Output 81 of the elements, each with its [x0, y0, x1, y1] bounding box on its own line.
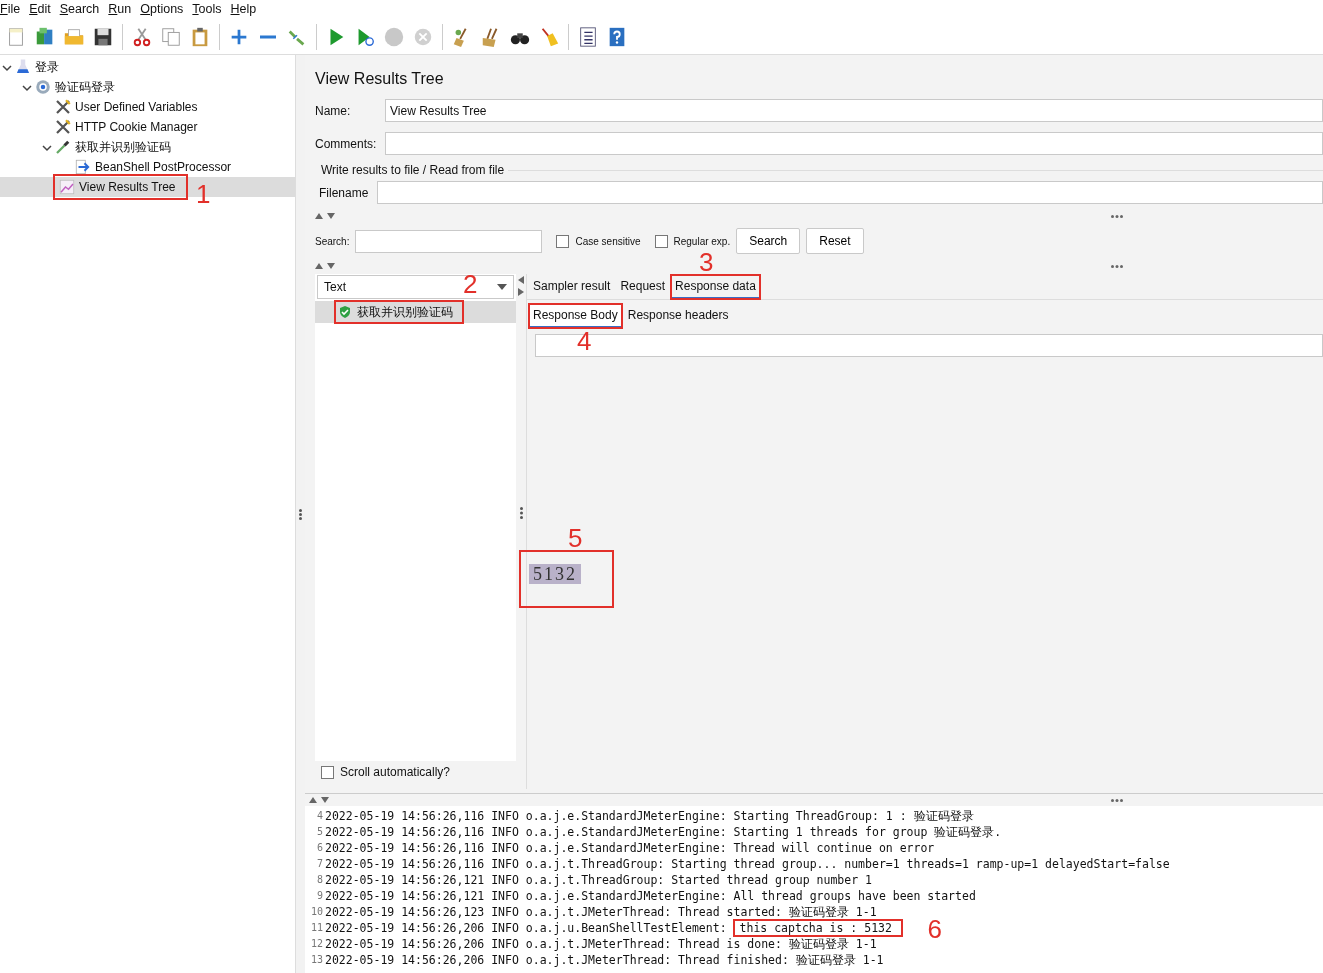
text-field[interactable]	[535, 334, 1323, 357]
text-field[interactable]: View Results Tree	[385, 99, 1323, 122]
collapse-arrows-icon[interactable]	[309, 797, 329, 803]
stop-icon	[383, 25, 405, 48]
field-label: Comments:	[315, 135, 377, 153]
line-number: 12	[309, 937, 324, 951]
checkbox-label: Case sensitive	[575, 234, 641, 249]
captcha-image: 5132	[529, 564, 581, 584]
line-number: 9	[315, 889, 324, 903]
tab[interactable]: Request	[616, 275, 670, 299]
search-button[interactable]: Search	[736, 228, 801, 254]
checkbox[interactable]	[654, 234, 668, 248]
line-number: 11	[309, 921, 324, 935]
checkbox[interactable]	[321, 765, 334, 779]
field-label: Filename	[319, 184, 369, 202]
tree-item[interactable]: 登录	[32, 58, 62, 76]
caret-icon	[497, 284, 507, 290]
annotation-number: 5	[568, 525, 583, 551]
tab[interactable]: Sampler result	[529, 275, 615, 299]
menu-item[interactable]: Run	[108, 0, 132, 19]
splitter-handle[interactable]	[299, 508, 302, 520]
search-label: Search:	[315, 234, 350, 249]
annotation-number: 1	[196, 181, 211, 207]
line-number: 4	[315, 809, 324, 823]
line-number: 8	[315, 873, 324, 887]
chart-icon	[58, 178, 76, 196]
checkbox-label: Scroll automatically?	[340, 764, 451, 781]
tree-item[interactable]: User Defined Variables	[72, 98, 201, 116]
panel-title: View Results Tree	[315, 69, 445, 89]
tree-item[interactable]: 获取并识别验证码	[72, 138, 174, 156]
copy-icon	[160, 25, 182, 48]
tree-item[interactable]: BeanShell PostProcessor	[92, 158, 235, 176]
log-line: 2022-05-19 14:56:26,206 INFO o.a.j.u.BeanShellTestElement:	[325, 920, 727, 936]
log-line: 2022-05-19 14:56:26,121 INFO o.a.j.t.ThreadGroup: Started thread group number 1	[325, 872, 872, 888]
line-number: 6	[315, 841, 324, 855]
annotation-number: 4	[577, 328, 592, 354]
log-line: 2022-05-19 14:56:26,116 INFO o.a.j.e.StandardJMeterEngine: Thread will continue on error	[325, 840, 935, 856]
group-title: Write results to file / Read from file	[320, 162, 505, 179]
menu-item[interactable]: Options	[140, 0, 184, 19]
splitter-handle[interactable]	[1111, 214, 1123, 218]
checkbox-label: Regular exp.	[673, 234, 731, 249]
line-number: 7	[315, 857, 324, 871]
menu-item[interactable]: Help	[230, 0, 257, 19]
line-number: 5	[315, 825, 324, 839]
text-field[interactable]	[377, 181, 1323, 204]
log-line: 2022-05-19 14:56:26,123 INFO o.a.j.t.JMeterThread: Thread started: 验证码登录 1-1	[325, 904, 877, 920]
wrench-icon	[54, 118, 72, 136]
tab[interactable]: Response headers	[623, 304, 733, 328]
text-field[interactable]	[385, 132, 1323, 155]
search-field[interactable]	[355, 229, 543, 253]
splitter-handle[interactable]	[1111, 264, 1123, 268]
menu-item[interactable]: Tools	[192, 0, 222, 19]
pipette-icon	[54, 138, 72, 156]
menu-item[interactable]: File	[0, 0, 21, 19]
collapse-arrows-icon[interactable]	[315, 213, 335, 219]
annotation-number: 3	[699, 249, 714, 275]
collapse-arrows-icon[interactable]	[518, 276, 524, 296]
log-line: 2022-05-19 14:56:26,116 INFO o.a.j.t.ThreadGroup: Starting thread group... number=1 threads=1 ramp-up=1 delayedStart=false	[325, 856, 1170, 872]
flask-icon	[14, 58, 32, 76]
annotation-number: 6	[927, 916, 943, 942]
tree-item[interactable]: HTTP Cookie Manager	[72, 118, 201, 136]
menu-item[interactable]: Search	[59, 0, 100, 19]
log-line: 2022-05-19 14:56:26,121 INFO o.a.j.e.StandardJMeterEngine: All thread groups have been started	[325, 888, 976, 904]
collapse-arrows-icon[interactable]	[315, 263, 335, 269]
line-number: 13	[309, 953, 324, 967]
gear-icon	[34, 78, 52, 96]
splitter-handle[interactable]	[519, 507, 523, 519]
line-number: 10	[309, 905, 324, 919]
log-line: 2022-05-19 14:56:26,116 INFO o.a.j.e.StandardJMeterEngine: Starting 1 threads for group 验证码登录.	[325, 824, 1002, 840]
checkbox[interactable]	[556, 234, 570, 248]
tree-item[interactable]: 验证码登录	[52, 78, 118, 96]
field-label: Name:	[315, 102, 352, 120]
log-line: 2022-05-19 14:56:26,206 INFO o.a.j.t.JMeterThread: Thread finished: 验证码登录 1-1	[325, 952, 884, 968]
reset-button[interactable]: Reset	[806, 228, 864, 254]
wrench-icon	[54, 98, 72, 116]
arrow-icon	[74, 158, 92, 176]
menu-item[interactable]: Edit	[29, 0, 51, 19]
list-icon	[577, 25, 599, 48]
log-line: 2022-05-19 14:56:26,116 INFO o.a.j.e.StandardJMeterEngine: Starting ThreadGroup: 1 : 验证码登录	[325, 808, 974, 824]
minus-icon	[260, 34, 276, 39]
splitter-handle[interactable]	[1111, 798, 1123, 802]
